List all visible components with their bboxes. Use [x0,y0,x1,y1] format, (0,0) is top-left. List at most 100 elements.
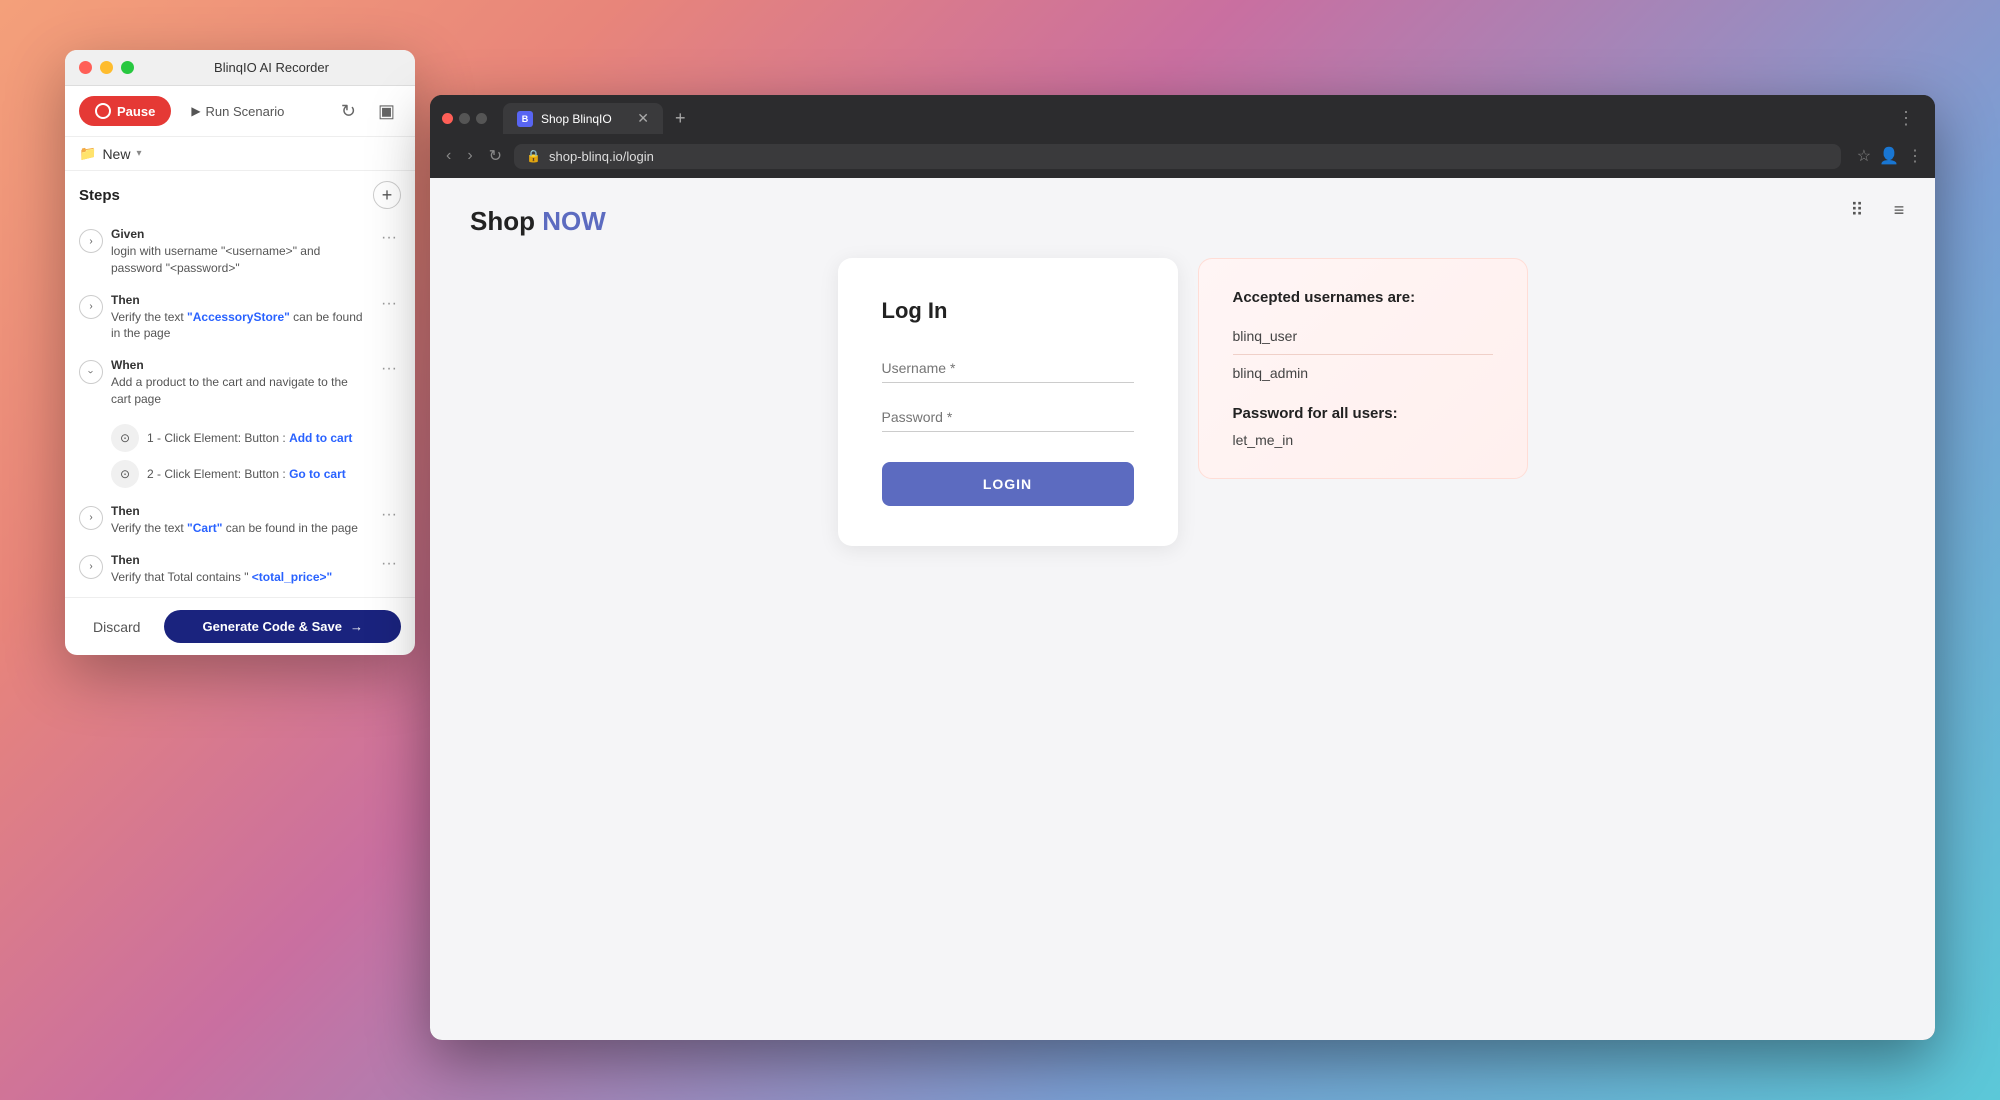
browser-window: B Shop BlinqIO ✕ + ⋮ ‹ › ↻ 🔒 shop-blinq.… [430,95,1935,1040]
password-input[interactable] [882,403,1134,432]
browser-page-content: ⠿ ≡ Shop NOW Log In LOGIN Accepted [430,178,1935,1040]
username-input[interactable] [882,354,1134,383]
sub-step-1-text: 1 - Click Element: Button : Add to cart [147,431,352,445]
arrow-right-icon: → [350,619,363,634]
step-then-total: › Then Verify that Total contains " <tot… [65,545,415,594]
step-then-total-text: Verify that Total contains " <total_pric… [111,569,369,586]
sub-step-1: ⊙ 1 - Click Element: Button : Add to car… [111,420,401,456]
browser-tab-active[interactable]: B Shop BlinqIO ✕ [503,103,663,134]
step-then-cart: › Then Verify the text "Cart" can be fou… [65,496,415,545]
step-given-text: login with username "<username>" and pas… [111,243,369,277]
login-area: Log In LOGIN Accepted usernames are: bli… [430,258,1935,546]
lock-icon: 🔒 [526,149,541,163]
close-button[interactable] [79,61,92,74]
play-icon: ▶ [191,104,200,118]
recorder-window: BlinqIO AI Recorder Pause ▶ Run Scenario… [65,50,415,655]
folder-icon: 📁 [79,145,96,162]
info-card: Accepted usernames are: blinq_user blinq… [1198,258,1528,479]
browser-traffic-lights [442,113,487,124]
shop-now-text: NOW [542,206,606,236]
pause-label: Pause [117,104,155,119]
step-then-accessory-chevron[interactable]: › [79,295,103,319]
cart-link: "Cart" [187,521,222,535]
pause-icon [95,103,111,119]
browser-chrome: B Shop BlinqIO ✕ + ⋮ ‹ › ↻ 🔒 shop-blinq.… [430,95,1935,178]
login-card: Log In LOGIN [838,258,1178,546]
step-then-cart-chevron[interactable]: › [79,506,103,530]
step-when: › When Add a product to the cart and nav… [65,350,415,416]
new-tab-button[interactable]: + [667,104,694,133]
step-given-keyword: Given [111,227,369,241]
recorder-toolbar: Pause ▶ Run Scenario ↻ ▣ [65,86,415,137]
info-title: Accepted usernames are: [1233,289,1493,306]
step-given-more[interactable]: ··· [377,229,401,247]
grid-icon[interactable]: ⠿ [1841,194,1873,226]
step-then-total-more[interactable]: ··· [377,555,401,573]
sub-step-1-icon: ⊙ [111,424,139,452]
star-icon[interactable]: ☆ [1857,146,1871,166]
generate-button[interactable]: Generate Code & Save → [164,610,401,643]
run-scenario-button[interactable]: ▶ Run Scenario [181,97,294,126]
step-when-text: Add a product to the cart and navigate t… [111,374,369,408]
profile-icon[interactable]: 👤 [1879,146,1899,166]
browser-settings-icon[interactable]: ⋮ [1907,146,1923,166]
add-step-button[interactable]: + [373,181,401,209]
step-then-cart-more[interactable]: ··· [377,506,401,524]
step-then-accessory: › Then Verify the text "AccessoryStore" … [65,285,415,351]
username-blinq-user: blinq_user [1233,322,1493,350]
total-price-link: <total_price>" [252,570,332,584]
username-field [882,354,1134,383]
browser-maximize[interactable] [476,113,487,124]
address-text: shop-blinq.io/login [549,149,1829,164]
sub-step-2: ⊙ 2 - Click Element: Button : Go to cart [111,456,401,492]
step-then-cart-keyword: Then [111,504,369,518]
step-then-total-chevron[interactable]: › [79,555,103,579]
chevron-down-icon: ▾ [136,148,141,159]
discard-button[interactable]: Discard [79,610,154,643]
reload-button[interactable]: ↻ [485,142,506,170]
step-given: › Given login with username "<username>"… [65,219,415,285]
sub-steps-when: ⊙ 1 - Click Element: Button : Add to car… [65,416,415,496]
login-title: Log In [882,298,1134,324]
go-to-cart-link: Go to cart [289,467,346,481]
login-button[interactable]: LOGIN [882,462,1134,506]
new-bar: 📁 New ▾ [65,137,415,171]
tab-favicon: B [517,111,533,127]
pause-button[interactable]: Pause [79,96,171,126]
step-given-chevron[interactable]: › [79,229,103,253]
step-when-more[interactable]: ··· [377,360,401,378]
step-then-accessory-more[interactable]: ··· [377,295,401,313]
browser-actions: ☆ 👤 ⋮ [1857,146,1923,166]
browser-more-button[interactable]: ⋮ [1897,108,1915,129]
browser-close[interactable] [442,113,453,124]
step-when-chevron[interactable]: › [79,360,103,384]
accessory-link: "AccessoryStore" [187,310,290,324]
shop-text: Shop [470,206,542,236]
minimize-button[interactable] [100,61,113,74]
steps-header: Steps + [65,171,415,215]
password-field [882,403,1134,432]
browser-tabs: B Shop BlinqIO ✕ + ⋮ [430,95,1935,134]
filter-icon[interactable]: ≡ [1883,194,1915,226]
step-then-accessory-text: Verify the text "AccessoryStore" can be … [111,309,369,343]
tab-close-button[interactable]: ✕ [637,110,649,127]
maximize-button[interactable] [121,61,134,74]
address-bar[interactable]: 🔒 shop-blinq.io/login [514,144,1841,169]
refresh-button[interactable]: ↻ [335,97,362,126]
sub-step-2-text: 2 - Click Element: Button : Go to cart [147,467,346,481]
recorder-title: BlinqIO AI Recorder [214,60,329,75]
run-label: Run Scenario [206,104,285,119]
browser-minimize[interactable] [459,113,470,124]
step-then-accessory-keyword: Then [111,293,369,307]
back-button[interactable]: ‹ [442,143,455,169]
step-then-cart-text: Verify the text "Cart" can be found in t… [111,520,369,537]
new-label: New [102,146,130,162]
steps-list: › Given login with username "<username>"… [65,215,415,597]
step-when-keyword: When [111,358,369,372]
forward-button[interactable]: › [463,143,476,169]
layout-button[interactable]: ▣ [372,97,401,126]
steps-title: Steps [79,187,120,204]
browser-addressbar: ‹ › ↻ 🔒 shop-blinq.io/login ☆ 👤 ⋮ [430,134,1935,178]
generate-label: Generate Code & Save [203,619,342,634]
recorder-titlebar: BlinqIO AI Recorder [65,50,415,86]
